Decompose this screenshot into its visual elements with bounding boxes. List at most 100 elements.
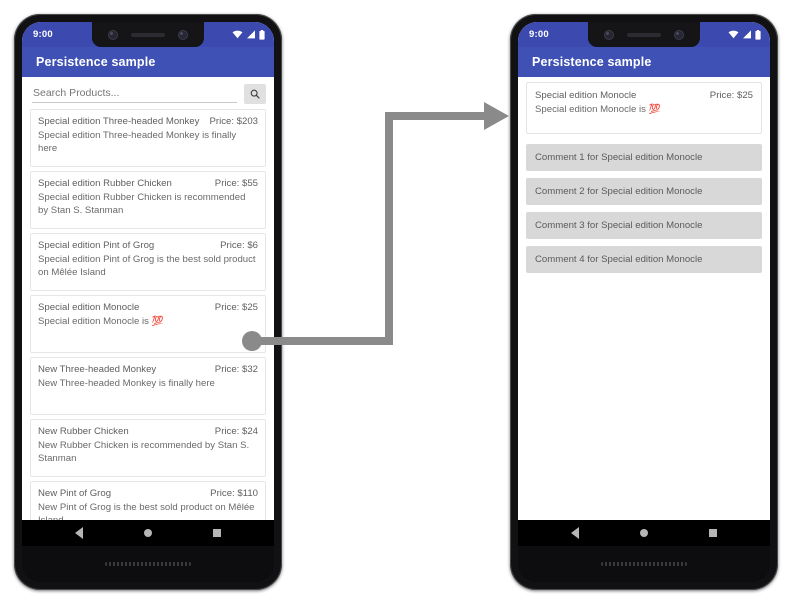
app-bar: Persistence sample xyxy=(518,47,770,77)
product-item-header: New Pint of Grog Price: $110 xyxy=(38,487,258,500)
product-item-title: New Pint of Grog xyxy=(38,488,112,499)
product-item-description: New Rubber Chicken is recommended by Sta… xyxy=(38,439,258,465)
earpiece-speaker xyxy=(131,32,165,37)
product-detail-card: Special edition Monocle Price: $25 Speci… xyxy=(526,82,762,134)
product-item-description-text: Special edition Three-headed Monkey is f… xyxy=(38,130,237,154)
product-detail-title: Special edition Monocle xyxy=(535,90,637,101)
product-item-header: New Three-headed Monkey Price: $32 xyxy=(38,363,258,376)
display-notch xyxy=(92,22,204,47)
product-item-header: Special edition Rubber Chicken Price: $55 xyxy=(38,177,258,190)
product-detail-description: Special edition Monocle is 💯 xyxy=(535,103,753,116)
product-item-title: New Three-headed Monkey xyxy=(38,364,157,375)
product-list-item[interactable]: Special edition Rubber Chicken Price: $55… xyxy=(30,171,266,229)
hundred-points-emoji-icon: 💯 xyxy=(151,316,164,327)
comment-item[interactable]: Comment 2 for Special edition Monocle xyxy=(526,178,762,205)
status-clock: 9:00 xyxy=(33,29,53,40)
app-bar: Persistence sample xyxy=(22,47,274,77)
product-item-price: Price: $32 xyxy=(214,364,258,375)
earpiece-speaker xyxy=(627,32,661,37)
product-item-price: Price: $25 xyxy=(214,302,258,313)
status-bar: 9:00 xyxy=(22,22,274,47)
front-camera-icon xyxy=(604,29,614,40)
right-phone-bezel-inner: 9:00 Persistence sample Special edition … xyxy=(518,22,770,582)
speaker-grille xyxy=(601,562,687,566)
app-bar-title: Persistence sample xyxy=(36,55,156,69)
display-notch xyxy=(588,22,700,47)
product-item-description-text: Special edition Rubber Chicken is recomm… xyxy=(38,192,246,216)
product-item-description: New Three-headed Monkey is finally here xyxy=(38,377,258,390)
product-detail-description-text: Special edition Monocle is xyxy=(535,104,649,115)
device-chin xyxy=(22,546,274,582)
product-item-header: New Rubber Chicken Price: $24 xyxy=(38,425,258,438)
battery-icon xyxy=(755,29,761,40)
product-item-description-text: New Three-headed Monkey is finally here xyxy=(38,378,215,389)
search-input[interactable] xyxy=(32,85,237,103)
signal-icon xyxy=(743,30,751,39)
product-list-item[interactable]: New Three-headed Monkey Price: $32 New Thr… xyxy=(30,357,266,415)
product-item-header: Special edition Three-headed Monkey Price… xyxy=(38,115,258,128)
home-nav-icon[interactable] xyxy=(639,529,648,537)
wifi-icon xyxy=(232,30,243,39)
product-list-item[interactable]: Special edition Three-headed Monkey Price… xyxy=(30,109,266,167)
back-nav-icon[interactable] xyxy=(570,527,579,539)
product-item-description: Special edition Monocle is 💯 xyxy=(38,315,258,328)
hundred-points-emoji-icon: 💯 xyxy=(648,104,661,115)
product-item-price: Price: $203 xyxy=(209,116,258,127)
left-phone-device: 9:00 Persistence sample Search Products.… xyxy=(14,14,282,590)
product-item-description: Special edition Three-headed Monkey is f… xyxy=(38,129,258,155)
product-item-price: Price: $24 xyxy=(214,426,258,437)
product-list-item[interactable]: Special edition Monocle Price: $25 Special… xyxy=(30,295,266,353)
product-item-description-text: Special edition Pint of Grog is the best… xyxy=(38,254,256,278)
signal-icon xyxy=(247,30,255,39)
speaker-grille xyxy=(105,562,191,566)
search-icon xyxy=(250,89,260,99)
connector-path xyxy=(252,112,484,345)
front-camera-secondary-icon xyxy=(178,29,188,40)
search-bar xyxy=(22,77,274,109)
status-icons xyxy=(728,29,761,40)
product-item-title: Special edition Rubber Chicken xyxy=(38,178,172,189)
product-item-price: Price: $110 xyxy=(210,488,258,499)
product-detail-header: Special edition Monocle Price: $25 xyxy=(535,89,753,102)
system-nav-bar[interactable] xyxy=(518,520,770,546)
right-phone-device: 9:00 Persistence sample Special edition … xyxy=(510,14,778,590)
device-chin xyxy=(518,546,770,582)
product-item-title: Special edition Three-headed Monkey xyxy=(38,116,200,127)
comment-item[interactable]: Comment 4 for Special edition Monocle xyxy=(526,246,762,273)
front-camera-icon xyxy=(108,29,118,40)
battery-icon xyxy=(259,29,265,40)
left-phone-screen: 9:00 Persistence sample Search Products.… xyxy=(22,22,274,546)
product-list-item[interactable]: New Rubber Chicken Price: $24 New Rubber C… xyxy=(30,419,266,477)
product-list[interactable]: Special edition Three-headed Monkey Price… xyxy=(22,109,274,539)
comment-item[interactable]: Comment 3 for Special edition Monocle xyxy=(526,212,762,239)
product-item-title: Special edition Pint of Grog xyxy=(38,240,155,251)
product-item-description-text: Special edition Monocle is xyxy=(38,316,152,327)
wifi-icon xyxy=(728,30,739,39)
product-item-header: Special edition Pint of Grog Price: $6 xyxy=(38,239,258,252)
status-bar: 9:00 xyxy=(518,22,770,47)
product-item-title: Special edition Monocle xyxy=(38,302,140,313)
left-phone-bezel-inner: 9:00 Persistence sample Search Products.… xyxy=(22,22,274,582)
recents-nav-icon[interactable] xyxy=(213,529,222,537)
product-item-description: Special edition Rubber Chicken is recomm… xyxy=(38,191,258,217)
product-item-description: Special edition Pint of Grog is the best… xyxy=(38,253,258,279)
product-detail-price: Price: $25 xyxy=(709,90,753,101)
connector-arrowhead xyxy=(484,102,509,130)
status-icons xyxy=(232,29,265,40)
product-list-item[interactable]: Special edition Pint of Grog Price: $6 Spe… xyxy=(30,233,266,291)
status-clock: 9:00 xyxy=(529,29,549,40)
front-camera-secondary-icon xyxy=(674,29,684,40)
app-bar-title: Persistence sample xyxy=(532,55,652,69)
product-item-price: Price: $55 xyxy=(214,178,258,189)
home-nav-icon[interactable] xyxy=(143,529,152,537)
system-nav-bar[interactable] xyxy=(22,520,274,546)
product-item-title: New Rubber Chicken xyxy=(38,426,129,437)
right-phone-screen: 9:00 Persistence sample Special edition … xyxy=(518,22,770,546)
search-button[interactable] xyxy=(244,84,266,104)
comment-list: Comment 1 for Special edition Monocle Com… xyxy=(518,144,770,273)
product-item-header: Special edition Monocle Price: $25 xyxy=(38,301,258,314)
product-item-price: Price: $6 xyxy=(220,240,258,251)
recents-nav-icon[interactable] xyxy=(709,529,718,537)
back-nav-icon[interactable] xyxy=(74,527,83,539)
comment-item[interactable]: Comment 1 for Special edition Monocle xyxy=(526,144,762,171)
